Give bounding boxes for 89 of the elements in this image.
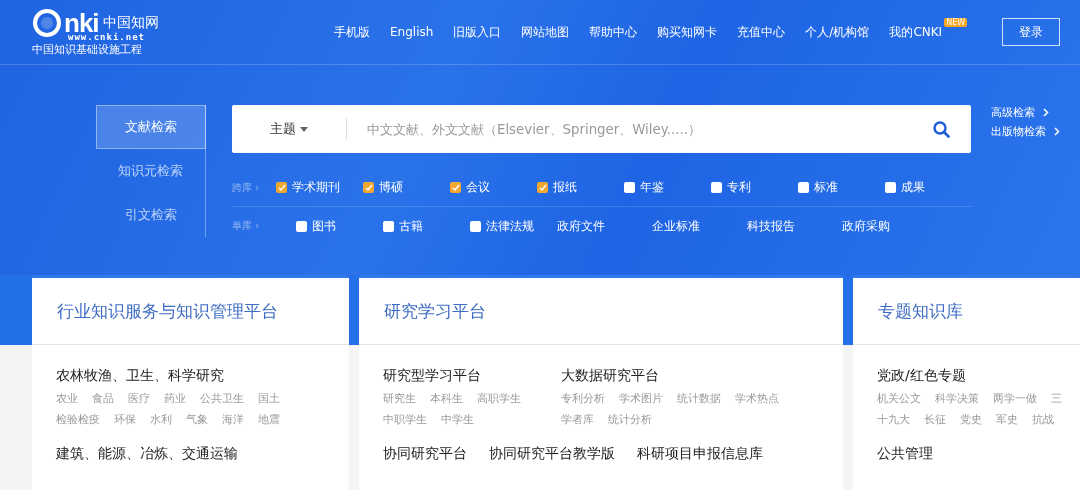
db-link[interactable]: 科技报告 — [747, 217, 842, 235]
search-icon — [932, 120, 950, 138]
db-link[interactable]: 政府文件 — [557, 217, 652, 235]
tag-link[interactable]: 军史 — [996, 412, 1018, 427]
db-checkbox[interactable]: 会议 — [450, 179, 537, 196]
check-icon — [277, 183, 286, 192]
card-title: 研究学习平台 — [359, 278, 843, 345]
db-checkbox[interactable]: 古籍 — [383, 217, 470, 235]
card-title: 专题知识库 — [853, 278, 1080, 345]
tag-link[interactable]: 抗战 — [1032, 412, 1054, 427]
tag-link[interactable]: 专利分析 — [561, 391, 605, 406]
tag-link[interactable]: 医疗 — [128, 391, 150, 406]
nav-link[interactable]: 手机版 — [334, 23, 370, 41]
chevron-right-icon — [1054, 127, 1060, 136]
logo-url: www.cnki.net — [68, 31, 147, 42]
logo-slogan: 中国知识基础设施工程 — [32, 41, 143, 57]
group-heading[interactable]: 农林牧渔、卫生、科学研究 — [56, 367, 349, 385]
tag-link[interactable]: 统计分析 — [608, 412, 652, 427]
db-row-label: 单库 › — [232, 219, 261, 233]
db-link[interactable]: 企业标准 — [652, 217, 747, 235]
tag-link[interactable]: 研究生 — [383, 391, 416, 406]
nav-link[interactable]: 我的CNKI — [889, 23, 943, 41]
db-row-label: 跨库 › — [232, 180, 261, 195]
tag-link[interactable]: 中学生 — [441, 412, 474, 427]
db-checkbox[interactable]: 学术期刊 — [276, 179, 363, 196]
search-link[interactable]: 高级检索 — [991, 105, 1060, 120]
tag-link[interactable]: 两学一做 — [993, 391, 1037, 406]
nav-link[interactable]: English — [390, 25, 434, 39]
tag-link[interactable]: 食品 — [92, 391, 114, 406]
platform-link[interactable]: 协同研究平台教学版 — [489, 445, 615, 463]
db-link[interactable]: 政府采购 — [842, 217, 937, 235]
check-icon — [451, 183, 460, 192]
nav-link[interactable]: 旧版入口 — [453, 23, 502, 41]
db-checkbox[interactable]: 法律法规 — [470, 217, 557, 235]
group-heading[interactable]: 大数据研究平台 — [561, 367, 779, 385]
nav-link[interactable]: 购买知网卡 — [657, 23, 718, 41]
db-checkbox[interactable]: 报纸 — [537, 179, 624, 196]
platform-link[interactable]: 科研项目申报信息库 — [637, 445, 763, 463]
tag-link[interactable]: 科学决策 — [935, 391, 979, 406]
logo-circle-icon — [32, 7, 62, 38]
db-checkbox[interactable]: 专利 — [711, 179, 798, 196]
tag-link[interactable]: 学者库 — [561, 412, 594, 427]
tag-link[interactable]: 地震 — [258, 412, 280, 427]
login-button[interactable]: 登录 — [1002, 18, 1060, 46]
nav-link[interactable]: 个人/机构馆 — [805, 23, 870, 41]
tag-link[interactable]: 十九大 — [877, 412, 910, 427]
group-heading[interactable]: 公共管理 — [877, 445, 1080, 463]
db-checkbox[interactable]: 成果 — [885, 179, 972, 196]
tag-link[interactable]: 环保 — [114, 412, 136, 427]
tag-link[interactable]: 公共卫生 — [200, 391, 244, 406]
search-tab[interactable]: 文献检索 — [96, 105, 206, 149]
tag-link[interactable]: 农业 — [56, 391, 78, 406]
group-heading[interactable]: 党政/红色专题 — [877, 367, 1080, 385]
tag-link[interactable]: 中职学生 — [383, 412, 427, 427]
tag-link[interactable]: 药业 — [164, 391, 186, 406]
group-heading[interactable]: 研究型学习平台 — [383, 367, 521, 385]
tag-link[interactable]: 长征 — [924, 412, 946, 427]
search-field[interactable]: 主题 中文文献、外文文献（Elsevier、Springer、Wiley.....） — [232, 105, 971, 153]
platform-link[interactable]: 协同研究平台 — [383, 445, 467, 463]
card-title: 行业知识服务与知识管理平台 — [32, 278, 349, 345]
tag-link[interactable]: 党史 — [960, 412, 982, 427]
chevron-right-icon — [1043, 108, 1049, 117]
tag-link[interactable]: 国土 — [258, 391, 280, 406]
nav-link[interactable]: 网站地图 — [521, 23, 570, 41]
tag-link[interactable]: 本科生 — [430, 391, 463, 406]
caret-icon — [300, 126, 308, 132]
new-badge: NEW — [944, 17, 968, 27]
db-checkbox[interactable]: 标准 — [798, 179, 885, 196]
tag-link[interactable]: 学术热点 — [735, 391, 779, 406]
check-icon — [364, 183, 373, 192]
tag-link[interactable]: 统计数据 — [677, 391, 721, 406]
nav-link[interactable]: 充值中心 — [737, 23, 786, 41]
nav-link[interactable]: 帮助中心 — [589, 23, 638, 41]
tag-link[interactable]: 学术图片 — [619, 391, 663, 406]
tag-link[interactable]: 海洋 — [222, 412, 244, 427]
search-tab[interactable]: 知识元检索 — [96, 149, 205, 193]
logo-name: 中国知网 — [102, 13, 159, 32]
db-checkbox[interactable]: 博硕 — [363, 179, 450, 196]
tag-link[interactable]: 检验检疫 — [56, 412, 100, 427]
tag-link[interactable]: 机关公文 — [877, 391, 921, 406]
search-tab[interactable]: 引文检索 — [96, 193, 205, 237]
db-checkbox[interactable]: 图书 — [296, 217, 383, 235]
check-icon — [538, 183, 547, 192]
group-heading[interactable]: 建筑、能源、冶炼、交通运输 — [56, 445, 349, 463]
tag-link[interactable]: 高职学生 — [477, 391, 521, 406]
tag-link[interactable]: 气象 — [186, 412, 208, 427]
tag-link[interactable]: 水利 — [150, 412, 172, 427]
search-link[interactable]: 出版物检索 — [991, 124, 1060, 139]
db-checkbox[interactable]: 年鉴 — [624, 179, 711, 196]
